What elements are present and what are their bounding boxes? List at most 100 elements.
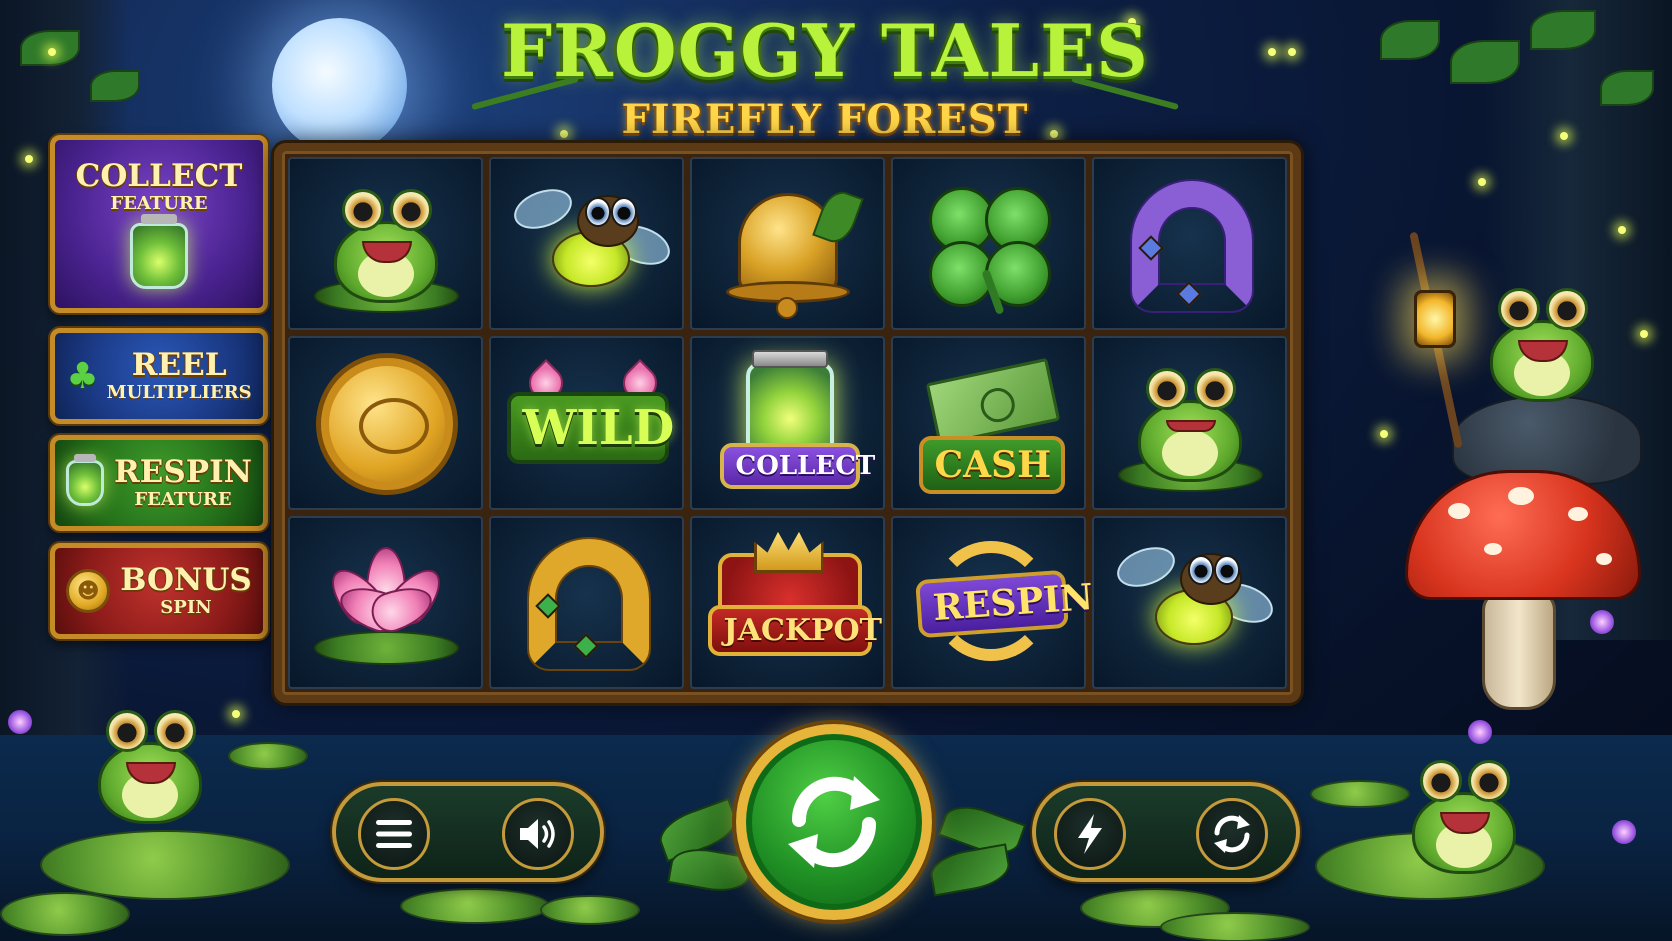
reel-multipliers-button[interactable]: ♣ REEL MULTIPLIERS — [50, 328, 268, 424]
pond-frog-right — [1384, 740, 1544, 890]
reel-cell — [489, 157, 684, 331]
frog-coin-symbol — [306, 348, 466, 498]
spin-button[interactable] — [736, 724, 932, 920]
collect-label: COLLECT — [719, 442, 875, 489]
autoplay-icon — [1214, 815, 1250, 853]
reel-cell — [891, 157, 1086, 331]
menu-button[interactable] — [358, 798, 430, 870]
lightning-icon — [1078, 814, 1102, 854]
firefly — [232, 710, 240, 718]
tree-leaf — [1530, 10, 1596, 50]
reel-cell — [690, 157, 885, 331]
turbo-button[interactable] — [1054, 798, 1126, 870]
respin-symbol: RESPIN — [909, 527, 1094, 677]
reel-cell: COLLECT — [690, 336, 885, 510]
bonus-spin-button[interactable]: ☻ BONUS SPIN — [50, 543, 268, 639]
collect-feature-button[interactable]: COLLECT FEATURE — [50, 135, 268, 313]
firefly-symbol — [1110, 527, 1278, 677]
respin-feature-button[interactable]: RESPIN FEATURE — [50, 435, 268, 531]
firefly — [48, 48, 56, 56]
lily-pad — [228, 742, 308, 770]
collect-jar-symbol: COLLECT — [708, 348, 875, 498]
reel-cell — [1092, 515, 1287, 689]
reel-cell: JACKPOT — [690, 515, 885, 689]
reel-grid: WILD COLLECT CASH JACKPOT RESPIN — [288, 157, 1287, 689]
lily-pad — [540, 895, 640, 925]
left-control-group — [332, 782, 604, 882]
spin-arrows-icon — [788, 776, 880, 868]
flower-icon — [1590, 610, 1614, 634]
tree-leaf — [1450, 40, 1520, 84]
frog-symbol — [306, 169, 466, 319]
mushroom-stem — [1482, 590, 1556, 710]
lily-pad — [400, 888, 550, 924]
clover-icon: ♣ — [66, 355, 99, 397]
feature-title: BONUS — [120, 562, 252, 598]
firefly — [1288, 48, 1296, 56]
lily-pad — [0, 892, 130, 936]
flower-icon — [1468, 720, 1492, 744]
feature-subtitle: MULTIPLIERS — [106, 382, 252, 403]
lantern-icon — [1414, 290, 1456, 348]
firefly — [1560, 132, 1568, 140]
firefly-jar-icon — [130, 214, 188, 289]
reel-cell — [288, 157, 483, 331]
game-scene: FROGGY TALES FIREFLY FOREST COLLECT FEAT… — [0, 0, 1672, 941]
wild-label: WILD — [506, 391, 674, 464]
feature-title: RESPIN — [114, 454, 252, 490]
cash-symbol: CASH — [909, 348, 1069, 498]
feature-subtitle: FEATURE — [110, 193, 208, 214]
reel-cell — [489, 515, 684, 689]
reel-cell — [1092, 336, 1287, 510]
autoplay-button[interactable] — [1196, 798, 1268, 870]
firefly-symbol — [507, 169, 675, 319]
firefly — [25, 155, 33, 163]
lily-pad — [1160, 912, 1310, 941]
sound-button[interactable] — [502, 798, 574, 870]
moon — [272, 18, 407, 153]
reel-cell — [288, 336, 483, 510]
menu-icon — [376, 820, 412, 848]
lily-pad — [40, 830, 290, 900]
firefly — [1640, 330, 1648, 338]
bell-symbol — [708, 169, 868, 319]
reel-cell: CASH — [891, 336, 1086, 510]
gold-horseshoe-symbol — [507, 527, 667, 677]
crown-icon — [753, 531, 824, 574]
game-logo: FROGGY TALES FIREFLY FOREST — [470, 6, 1180, 156]
feature-title: REEL — [131, 347, 227, 383]
flower-icon — [1612, 820, 1636, 844]
firefly-jar-icon — [66, 454, 105, 506]
clover-symbol — [909, 169, 1069, 319]
lotus-symbol — [306, 527, 466, 677]
tree-leaf — [1600, 70, 1654, 106]
coin-icon: ☻ — [66, 569, 111, 613]
frog-symbol — [1110, 348, 1270, 498]
lantern-frog — [1462, 268, 1622, 418]
wild-symbol: WILD — [506, 348, 674, 498]
tree-leaf — [1380, 20, 1440, 60]
reel-cell — [1092, 157, 1287, 331]
pond-frog-left — [70, 690, 230, 840]
firefly — [1380, 430, 1388, 438]
right-control-group — [1032, 782, 1300, 882]
sound-icon — [520, 819, 555, 849]
cash-label: CASH — [918, 435, 1065, 494]
jackpot-label: JACKPOT — [707, 605, 882, 657]
respin-label: RESPIN — [914, 570, 1094, 639]
firefly — [1268, 48, 1276, 56]
reel-cell: WILD — [489, 336, 684, 510]
flower-icon — [8, 710, 32, 734]
feature-title: COLLECT — [75, 158, 243, 194]
feature-subtitle: FEATURE — [134, 489, 232, 510]
jackpot-symbol: JACKPOT — [707, 527, 882, 677]
purple-horseshoe-symbol — [1110, 169, 1270, 319]
tree-leaf — [90, 70, 140, 102]
reel-cell: RESPIN — [891, 515, 1094, 689]
firefly — [1478, 178, 1486, 186]
feature-panel: COLLECT FEATURE ♣ REEL MULTIPLIERS RESPI… — [50, 135, 270, 675]
reel-frame: WILD COLLECT CASH JACKPOT RESPIN — [274, 143, 1301, 703]
firefly — [1618, 226, 1626, 234]
reel-cell — [288, 515, 483, 689]
game-subtitle: FIREFLY FOREST — [621, 96, 1029, 143]
